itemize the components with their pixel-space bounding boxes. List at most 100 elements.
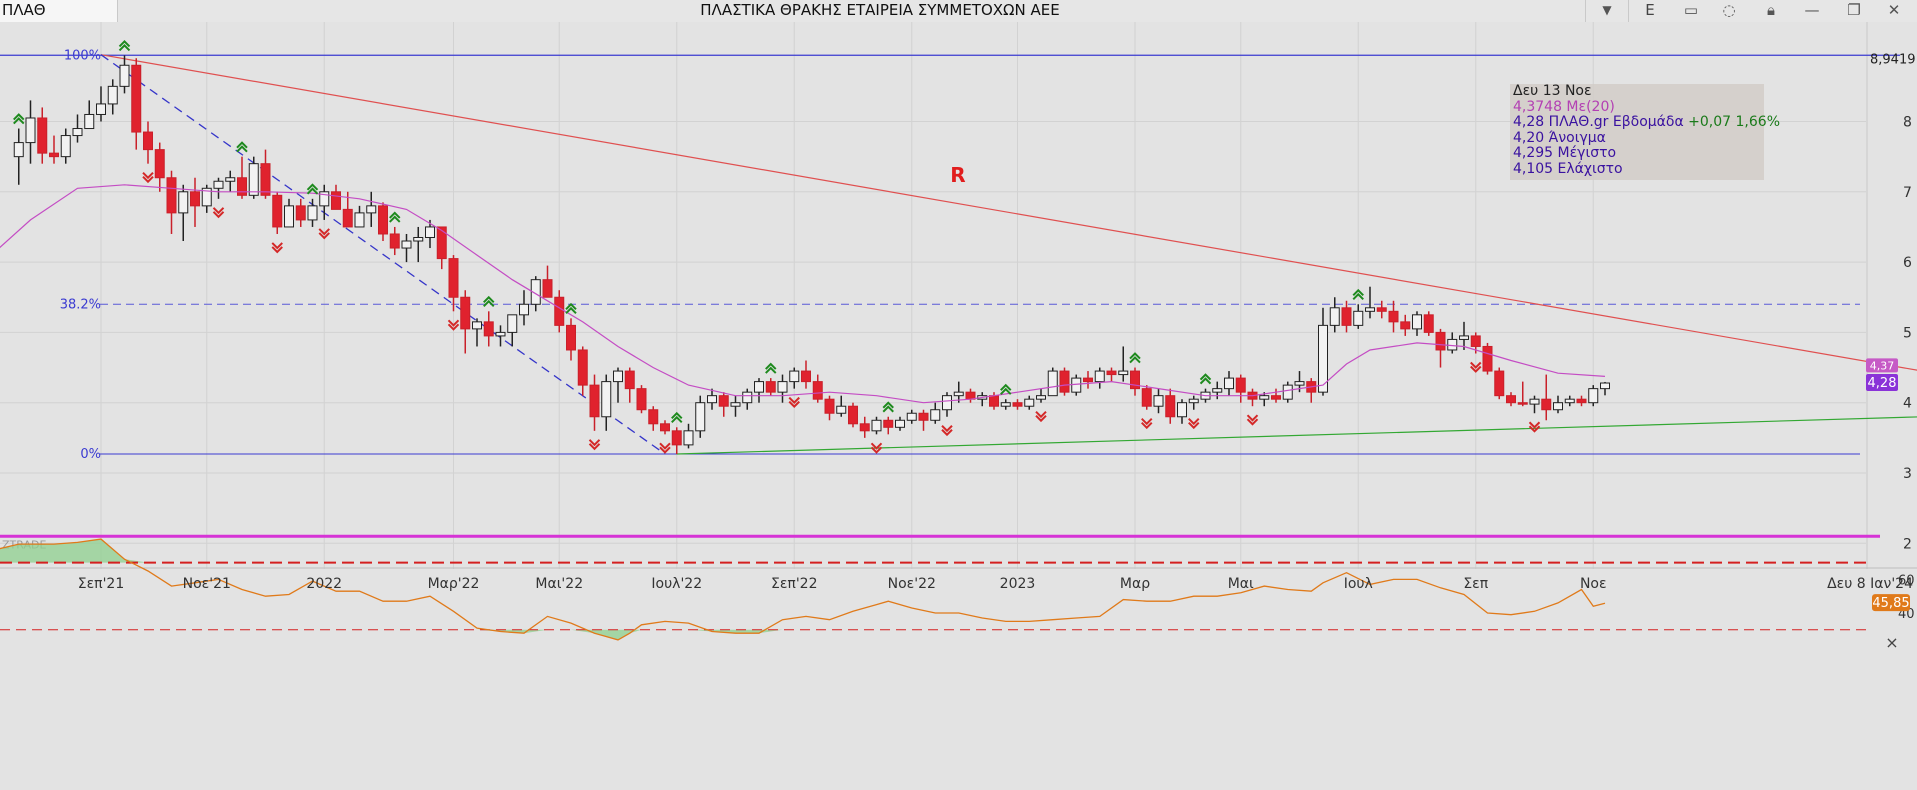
candle-body bbox=[765, 381, 776, 393]
candle-body bbox=[1529, 398, 1540, 405]
resistance-label: R bbox=[950, 163, 965, 187]
candle-body bbox=[49, 152, 59, 158]
level-label: 8,9419 bbox=[1870, 52, 1916, 67]
candle-body bbox=[883, 419, 894, 428]
candle-body bbox=[895, 419, 905, 428]
candle-body bbox=[295, 205, 306, 221]
fib-100-label: 100% bbox=[64, 48, 101, 63]
time-tick-label: Μαρ'22 bbox=[428, 576, 480, 592]
candle-body bbox=[307, 205, 318, 221]
candle-body bbox=[507, 314, 518, 333]
candle-body bbox=[1459, 335, 1469, 340]
time-tick-label: Μαι bbox=[1228, 576, 1254, 592]
candle-body bbox=[260, 163, 271, 196]
candle-body bbox=[143, 131, 153, 151]
candle-body bbox=[566, 324, 576, 351]
info-ma: 4,3748 Με(20) bbox=[1513, 98, 1615, 115]
time-right-label: Δευ 8 Ιαν'24 bbox=[1827, 576, 1913, 592]
price-tick-label: 5 bbox=[1903, 325, 1912, 341]
candle-body bbox=[1141, 388, 1152, 407]
top-toolbar: ΠΛΑΘ ΠΛΑΣΤΙΚΑ ΘΡΑΚΗΣ ΕΤΑΙΡΕΙΑ ΣΥΜΜΕΤΟΧΩΝ… bbox=[0, 0, 1917, 23]
candle-body bbox=[718, 395, 729, 407]
candle-body bbox=[1282, 384, 1293, 400]
candle-body bbox=[1153, 395, 1164, 407]
candle-body bbox=[1423, 314, 1434, 333]
candle-body bbox=[413, 236, 424, 242]
candle-body bbox=[918, 412, 929, 421]
candle-body bbox=[801, 370, 811, 383]
price-tick-label: 6 bbox=[1903, 255, 1912, 271]
candle-body bbox=[1000, 402, 1011, 407]
close-icon[interactable]: × bbox=[1885, 633, 1898, 652]
ma-value-label: 4,37 bbox=[1870, 359, 1895, 372]
candle-body bbox=[589, 384, 600, 418]
candle-body bbox=[1353, 310, 1364, 326]
time-tick-label: Νοε'21 bbox=[183, 576, 231, 592]
candle-body bbox=[1177, 402, 1187, 418]
candle-body bbox=[1083, 377, 1093, 383]
candle-body bbox=[272, 194, 283, 228]
candle-body bbox=[378, 205, 388, 235]
candle-body bbox=[96, 103, 106, 115]
candle-body bbox=[1059, 370, 1070, 393]
candle-body bbox=[1365, 307, 1375, 312]
candle-body bbox=[577, 349, 588, 386]
time-tick-label: Νοε'22 bbox=[888, 576, 936, 592]
candle-body bbox=[401, 240, 412, 249]
last-price-label: 4,28 bbox=[1868, 376, 1897, 391]
lock-icon[interactable]: 🔒︎ bbox=[1757, 0, 1785, 22]
candle-body bbox=[1600, 382, 1610, 390]
candle-body bbox=[1470, 335, 1481, 347]
chevron-down-icon[interactable]: ▼ bbox=[1585, 0, 1629, 22]
time-tick-label: Μαι'22 bbox=[535, 576, 583, 592]
candle-body bbox=[460, 296, 471, 330]
time-tick-label: 2023 bbox=[1000, 576, 1036, 592]
candle-body bbox=[613, 370, 623, 383]
info-high: 4,295 Μέγιστο bbox=[1513, 145, 1617, 162]
candle-body bbox=[812, 381, 823, 400]
candle-body bbox=[1412, 314, 1422, 330]
candle-body bbox=[1118, 370, 1129, 376]
candle-body bbox=[389, 233, 400, 249]
time-tick-label: Μαρ bbox=[1120, 576, 1150, 592]
info-low: 4,105 Ελάχιστο bbox=[1513, 160, 1623, 177]
candle-body bbox=[730, 402, 741, 407]
layout-icon[interactable]: ▭ bbox=[1677, 0, 1705, 22]
close-icon[interactable]: ✕ bbox=[1880, 0, 1908, 22]
time-tick-label: Ιουλ bbox=[1344, 576, 1373, 592]
candle-body bbox=[942, 395, 952, 411]
candle-body bbox=[1494, 370, 1505, 397]
candle-body bbox=[366, 205, 377, 214]
restore-icon[interactable]: ❐ bbox=[1840, 0, 1868, 22]
minimize-icon[interactable]: — bbox=[1798, 0, 1826, 22]
symbol-input[interactable]: ΠΛΑΘ bbox=[0, 0, 118, 22]
indicator-panel[interactable]: 406045,85× bbox=[0, 538, 1917, 790]
candle-body bbox=[1188, 398, 1199, 404]
candle-body bbox=[166, 177, 177, 214]
price-tick-label: 4 bbox=[1903, 396, 1912, 412]
price-tick-label: 2 bbox=[1903, 536, 1912, 552]
candle-body bbox=[636, 388, 647, 411]
candle-body bbox=[190, 191, 200, 207]
candle-body bbox=[1094, 370, 1105, 383]
candle-body bbox=[1271, 395, 1281, 400]
candle-body bbox=[84, 113, 95, 130]
candle-body bbox=[37, 117, 48, 154]
candle-body bbox=[671, 430, 682, 446]
comment-icon[interactable]: ◌ bbox=[1715, 0, 1743, 22]
candle-body bbox=[213, 180, 224, 189]
candle-body bbox=[1012, 402, 1023, 407]
candle-body bbox=[859, 423, 870, 432]
candle-body bbox=[848, 405, 858, 425]
e-button[interactable]: E bbox=[1638, 0, 1662, 22]
candle-body bbox=[1553, 402, 1563, 411]
candle-body bbox=[1212, 388, 1223, 393]
candle-body bbox=[354, 212, 365, 228]
candle-body bbox=[1224, 377, 1234, 390]
candle-body bbox=[1482, 345, 1493, 372]
candle-body bbox=[601, 381, 612, 418]
candle-body bbox=[989, 395, 999, 407]
candle-body bbox=[436, 226, 447, 260]
candle-body bbox=[871, 419, 882, 432]
candle-body bbox=[60, 135, 71, 158]
